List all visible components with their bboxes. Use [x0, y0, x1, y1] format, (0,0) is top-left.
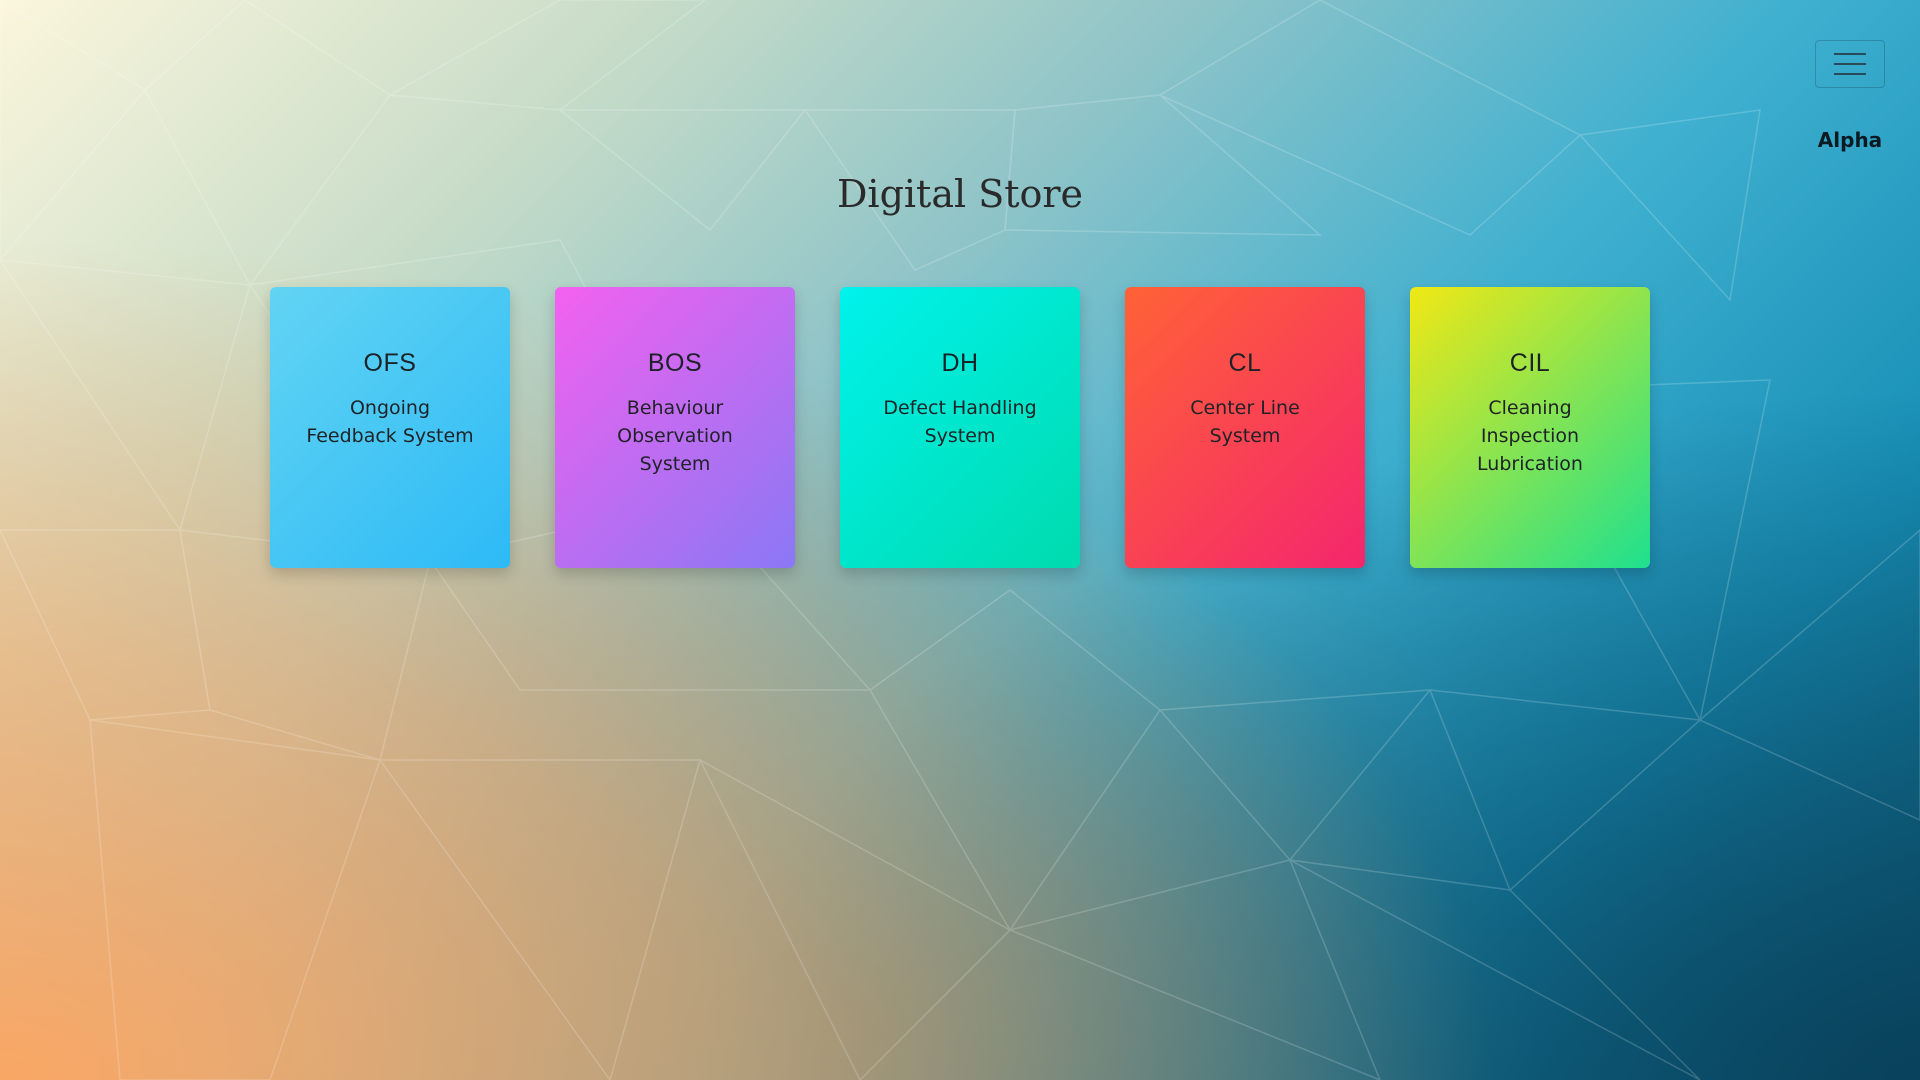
card-title: CL — [1228, 349, 1262, 377]
card-title: BOS — [647, 349, 703, 377]
app-card-dh[interactable]: DH Defect Handling System — [840, 287, 1080, 568]
hamburger-menu-icon — [1834, 63, 1866, 65]
hamburger-menu-icon — [1834, 53, 1866, 55]
card-description: Defect Handling System — [883, 397, 1037, 447]
app-card-bos[interactable]: BOS Behaviour Observation System — [555, 287, 795, 568]
card-title: DH — [941, 349, 979, 377]
card-title: CIL — [1509, 349, 1551, 377]
version-label: Alpha — [1817, 128, 1883, 152]
card-description: Behaviour Observation System — [617, 397, 733, 475]
hamburger-menu-icon — [1834, 73, 1866, 75]
app-card-cl[interactable]: CL Center Line System — [1125, 287, 1365, 568]
card-title: OFS — [363, 349, 417, 377]
page-title: Digital Store — [836, 172, 1084, 216]
card-description: Center Line System — [1190, 397, 1300, 447]
app-card-cil[interactable]: CIL Cleaning Inspection Lubrication — [1410, 287, 1650, 568]
app-card-list: OFS Ongoing Feedback System BOS Behaviou… — [270, 287, 1650, 568]
hamburger-menu-button[interactable] — [1815, 40, 1885, 88]
card-description: Ongoing Feedback System — [306, 397, 474, 447]
app-card-ofs[interactable]: OFS Ongoing Feedback System — [270, 287, 510, 568]
card-description: Cleaning Inspection Lubrication — [1477, 397, 1583, 475]
